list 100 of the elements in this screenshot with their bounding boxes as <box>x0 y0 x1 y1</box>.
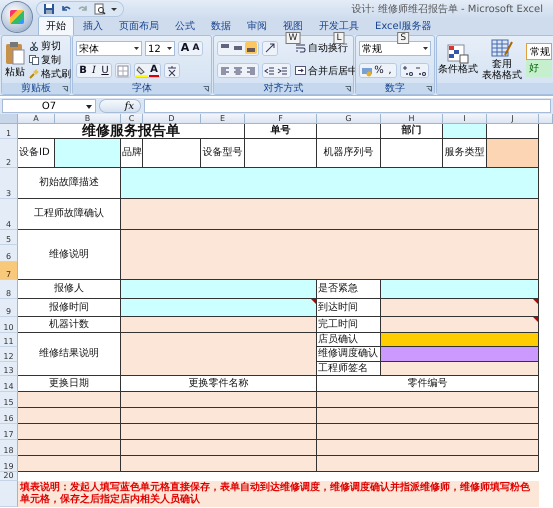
align-right-icon[interactable] <box>245 64 257 77</box>
row-header[interactable]: 12 <box>0 347 18 362</box>
formula-input[interactable] <box>144 99 551 113</box>
clipboard-icon <box>5 40 25 64</box>
align-center-icon[interactable] <box>232 64 244 77</box>
row-header[interactable]: 14 <box>0 376 18 392</box>
column-header[interactable]: J <box>487 114 539 124</box>
column-header[interactable]: D <box>143 114 201 124</box>
row-header[interactable]: 1 <box>0 124 18 139</box>
group-label: 字体 <box>132 83 152 94</box>
decrease-decimal-icon[interactable] <box>415 64 427 77</box>
font-style-button[interactable]: U <box>100 64 110 77</box>
normal-style-swatch[interactable]: 常规 <box>526 42 552 60</box>
column-header[interactable]: B <box>55 114 121 124</box>
row-header[interactable]: 7 <box>0 262 18 280</box>
column-header[interactable]: H <box>381 114 443 124</box>
table-cell: 维修调度确认 <box>317 347 381 362</box>
row-header[interactable]: 19 <box>0 456 18 472</box>
row-header[interactable]: 8 <box>0 280 18 299</box>
fill-color-icon[interactable] <box>136 64 148 77</box>
conditional-format-button[interactable]: 条件格式 <box>438 44 478 75</box>
column-header[interactable]: I <box>443 114 487 124</box>
keytip: L <box>334 32 344 44</box>
ribbon-tab[interactable]: 数据 <box>204 17 238 35</box>
clipboard-tool-button[interactable]: 剪切 <box>29 39 71 52</box>
table-cell: 维修说明 <box>18 230 121 280</box>
caret-icon <box>134 46 139 51</box>
table-cell: 维修结果说明 <box>18 333 121 376</box>
number-format-combo[interactable]: 常规 <box>359 40 431 56</box>
table-cell: 店员确认 <box>317 333 381 347</box>
table-cell: 到达时间 <box>317 299 381 317</box>
font-size-button[interactable]: A <box>180 42 190 54</box>
row-header[interactable]: 11 <box>0 333 18 347</box>
ribbon-tab[interactable]: 开始 <box>38 16 74 35</box>
row-header[interactable]: 5 <box>0 230 18 245</box>
row-header[interactable]: 6 <box>0 245 18 262</box>
column-header[interactable]: F <box>245 114 317 124</box>
clipboard-tool-button[interactable]: 复制 <box>29 53 71 66</box>
ribbon-tab[interactable]: 审阅 <box>240 17 274 35</box>
sheet-title: 维修服务报告单 <box>18 124 245 139</box>
align-bottom-icon[interactable] <box>245 42 257 54</box>
instruction-note: 填表说明：发起人填写蓝色单元格直接保存，表单自动到达维修调度，维修调度确认并指派维修师，维修师填写粉色单元格，保存之后指定店内相关人员确认 <box>18 481 539 507</box>
ribbon-tab[interactable]: 公式 <box>168 17 202 35</box>
decrease-indent-icon[interactable] <box>264 64 276 77</box>
font-style-button[interactable]: B <box>78 64 88 77</box>
dialog-launcher-icon[interactable] <box>203 86 209 92</box>
row-header[interactable]: 16 <box>0 408 18 424</box>
group-label: 数字 <box>385 83 405 94</box>
row-header[interactable]: 13 <box>0 362 18 376</box>
orientation-icon[interactable] <box>264 42 276 54</box>
borders-icon[interactable] <box>117 64 129 77</box>
clipboard-tool-button[interactable]: 格式刷 <box>29 67 71 80</box>
dialog-launcher-icon[interactable] <box>62 86 68 92</box>
column-header[interactable]: G <box>317 114 381 124</box>
dialog-launcher-icon[interactable] <box>345 86 351 92</box>
dialog-launcher-icon[interactable] <box>426 86 432 92</box>
good-style-swatch[interactable]: 好 <box>526 60 552 76</box>
table-cell: 报修人 <box>18 280 121 299</box>
window-title: 设计: 维修师维召报告单 - Microsoft Excel <box>351 2 544 16</box>
save-icon[interactable] <box>43 3 55 15</box>
scissors-icon <box>29 40 39 50</box>
column-header[interactable]: E <box>201 114 245 124</box>
insert-function-button[interactable]: fx <box>99 99 141 113</box>
table-cell: 更换零件名称 <box>121 376 317 392</box>
row-header[interactable]: 2 <box>0 139 18 168</box>
table-cell: 报修时间 <box>18 299 121 317</box>
group-label: 对齐方式 <box>264 83 304 94</box>
number-style-button[interactable]: , <box>385 64 395 77</box>
ribbon-tab[interactable]: 页面布局 <box>112 17 166 35</box>
table-cell: 机器计数 <box>18 317 121 333</box>
font-style-button[interactable]: I <box>89 64 99 77</box>
column-header[interactable]: A <box>18 114 55 124</box>
ribbon-tab[interactable]: 视图 <box>276 17 310 35</box>
name-box[interactable]: O7 <box>2 99 96 113</box>
font-name-combo[interactable]: 宋体 <box>76 40 142 56</box>
row-header[interactable]: 15 <box>0 392 18 408</box>
paste-button[interactable]: 粘贴 <box>5 40 25 78</box>
table-cell: 机器序列号 <box>317 139 381 168</box>
table-cell: 部门 <box>381 124 443 139</box>
row-header[interactable]: 3 <box>0 168 18 199</box>
format-as-table-button[interactable]: 套用 表格格式 <box>482 38 522 80</box>
row-header[interactable]: 20 <box>0 472 18 481</box>
row-header[interactable]: 9 <box>0 299 18 317</box>
row-header[interactable]: 17 <box>0 424 18 440</box>
ribbon-tab[interactable]: 开发工具 <box>312 17 366 35</box>
customize-caret-icon[interactable] <box>111 6 117 12</box>
increase-decimal-icon[interactable] <box>402 64 414 77</box>
row-header[interactable]: 10 <box>0 317 18 333</box>
table-cell: 服务类型 <box>443 139 487 168</box>
phonetic-icon[interactable] <box>166 64 178 77</box>
row-header[interactable]: 4 <box>0 199 18 230</box>
increase-indent-icon[interactable] <box>277 64 289 77</box>
align-left-icon[interactable] <box>219 64 231 77</box>
column-header[interactable]: C <box>121 114 143 124</box>
font-size-button[interactable]: A <box>191 42 201 54</box>
row-header[interactable]: 18 <box>0 440 18 456</box>
print-preview-icon[interactable] <box>94 3 106 15</box>
font-size-combo[interactable]: 12 <box>145 40 175 56</box>
ribbon-tab[interactable]: 插入 <box>76 17 110 35</box>
number-style-button[interactable]: % <box>374 64 384 77</box>
